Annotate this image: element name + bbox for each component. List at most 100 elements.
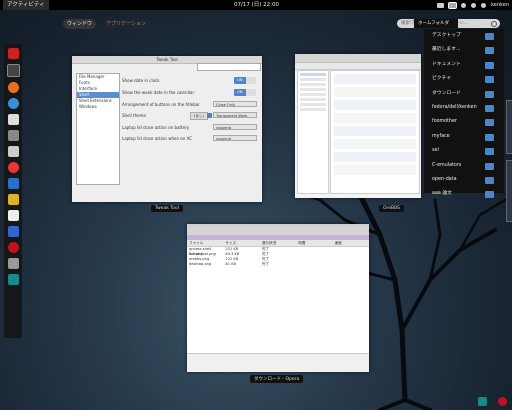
folder-icon [485,148,494,156]
setting-label: Laptop lid close action on battery [122,125,190,130]
system-tray: kenken [437,0,509,10]
opera-icon[interactable] [7,242,19,253]
folder-icon [485,176,494,184]
volume-icon[interactable] [461,2,467,8]
details-pane [187,353,369,372]
notification-icon[interactable] [478,397,487,406]
dropdown[interactable]: suspend [213,124,257,130]
workspace-icon[interactable] [7,274,19,285]
item-label: myface [432,133,450,139]
chrome-icon[interactable] [7,162,19,173]
setting-label: Arrangement of buttons on the titlebar [122,102,200,107]
activities-button[interactable]: アクティビティ [3,0,49,10]
tab-applications[interactable]: アプリケーション [102,19,150,29]
places-item-bookmark[interactable]: open-data [424,173,504,187]
edit-icon[interactable] [7,194,19,205]
column-header[interactable]: ファイル [187,240,223,246]
places-item-downloads[interactable]: ダウンロード [424,87,504,101]
top-panel: アクティビティ 07/17 (日) 22:00 kenken [0,0,512,10]
workspace-thumbnail[interactable] [506,160,512,222]
item-label: fedora/dell/kenken [432,104,477,110]
app-icon-1[interactable] [7,48,19,59]
column-header[interactable]: 進行状況 [260,240,296,246]
keyboard-icon[interactable] [437,2,445,8]
toggle-switch[interactable]: ON [234,89,256,96]
toggle-knob [246,89,256,96]
toggle-switch[interactable]: ON [234,77,256,84]
clock[interactable]: 07/17 (日) 22:00 [234,0,279,10]
notification-icon[interactable] [498,397,507,406]
tab-windows[interactable]: ウィンドウ [63,19,97,29]
places-item-recent[interactable]: 最近します... [424,43,504,57]
vm-icon[interactable] [7,226,19,237]
category-list: File Manager Fonts Interface Shell Shell… [76,73,120,185]
toolbar [187,227,369,236]
terminal-icon[interactable] [6,64,20,77]
item-label: 最近します... [432,47,461,53]
toggle-knob [246,77,256,84]
files-icon[interactable] [7,114,19,125]
board-list[interactable] [297,70,329,194]
network-icon[interactable] [471,2,477,8]
folder-icon [485,90,494,98]
dropdown[interactable]: Close Only [213,101,257,107]
cell: 完了 [261,262,269,266]
item-label: open-data [432,176,457,182]
table-row[interactable]: desktop.png 81 KB 完了 [187,262,369,267]
tweak-tool-window[interactable]: Tweak Tool File Manager Fonts Interface … [72,56,262,202]
window-caption: Tweak Tool [151,205,183,212]
web-icon[interactable] [7,98,19,109]
places-item-bookmark[interactable]: myface [424,130,504,144]
button-label: (なし) [194,114,204,118]
search-icon [491,21,497,27]
column-header[interactable]: 速度 [333,240,369,246]
document-icon[interactable] [7,146,19,157]
places-item-documents[interactable]: ドキュメント [424,58,504,72]
item-label: ダウンロード [432,90,461,96]
places-item-desktop[interactable]: デスクトップ [424,29,504,43]
folder-icon [485,104,494,112]
folder-icon [485,191,494,199]
places-item-bookmark[interactable]: sel [424,144,504,158]
folder-icon [485,47,494,55]
item-label: デスクトップ [432,33,461,38]
places-item-bookmark[interactable]: fedora/dell/kenken [424,101,504,115]
folder-icon [485,119,494,127]
firefox-icon[interactable] [7,82,19,93]
places-item-bookmark[interactable]: aaa 論文 [424,187,504,201]
avatar[interactable] [481,2,487,8]
opera-window[interactable]: ファイル サイズ 進行状況 時間 速度 gnome-shell-3.1.png 2… [187,224,369,372]
dropdown[interactable]: Transparent Work [213,112,257,118]
places-item-bookmark[interactable]: foomother [424,115,504,129]
folder-icon [485,61,494,69]
item-label: ピクチャ [432,76,452,82]
user-name[interactable]: kenken [491,0,509,10]
disks-icon[interactable] [7,130,19,141]
folder-icon [485,33,494,40]
item-label: foomother [432,119,458,125]
places-item-bookmark[interactable]: C-emulators [424,159,504,173]
setting-label: Show the week date in the calendar [122,90,195,95]
inkscape-icon[interactable] [7,210,19,221]
column-header[interactable]: サイズ [223,240,259,246]
toggle-label: ON [237,78,243,82]
places-item-pictures[interactable]: ピクチャ [424,72,504,86]
folder-icon [207,113,212,118]
mail-icon[interactable] [7,178,19,189]
dropdown[interactable]: suspend [213,135,257,141]
table-header: ファイル サイズ 進行状況 時間 速度 [187,240,369,247]
places-folder-icon[interactable] [448,1,458,9]
tools-icon[interactable] [7,258,19,269]
item-label: sel [432,148,439,154]
window-caption: OreBBS [379,205,405,212]
orebbs-window[interactable] [295,54,421,198]
window-caption: ダウンロード - Opera [250,375,304,383]
tweak-search-input[interactable] [197,63,261,71]
tooltip: ホームフォルダ [414,19,458,28]
toggle-label: ON [237,90,243,94]
shell-theme-reset-button[interactable]: (なし) [190,112,208,120]
post-timeline[interactable] [330,70,420,194]
category-item[interactable]: Windows [77,104,119,110]
workspace-thumbnail[interactable] [506,100,512,154]
column-header[interactable]: 時間 [296,240,332,246]
